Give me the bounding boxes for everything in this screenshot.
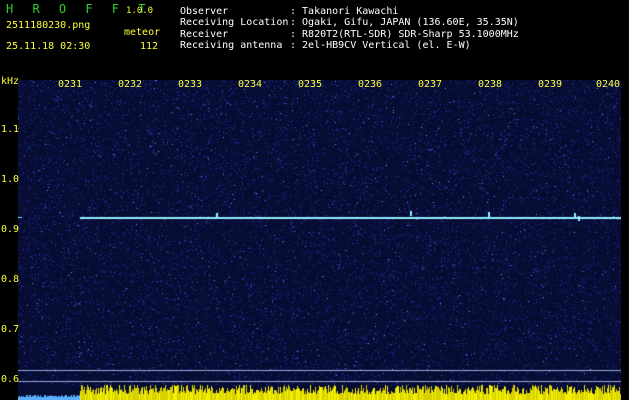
y-tick: 0.7 <box>1 324 20 335</box>
header: H R O F F T 1.0.0 2511180230.png 25.11.1… <box>0 0 629 78</box>
x-tick: 0233 <box>178 79 203 90</box>
y-axis-unit: kHz <box>1 76 20 87</box>
info-key-observer: Observer <box>180 6 229 17</box>
x-tick: 0239 <box>538 79 563 90</box>
info-value-antenna: : 2el-HB9CV Vertical (el. E-W) <box>290 40 471 51</box>
spectrogram-canvas <box>18 80 621 400</box>
y-tick: 1.0 <box>1 174 20 185</box>
y-tick: 0.8 <box>1 274 20 285</box>
x-tick: 0236 <box>358 79 383 90</box>
x-tick: 0238 <box>478 79 503 90</box>
info-key-antenna: Receiving antenna <box>180 40 283 51</box>
file-name: 2511180230.png <box>6 20 91 31</box>
x-tick: 0240 <box>596 79 621 90</box>
y-tick: 1.1 <box>1 124 20 135</box>
x-tick: 0232 <box>118 79 143 90</box>
info-value-location: : Ogaki, Gifu, JAPAN (136.60E, 35.35N) <box>290 17 519 28</box>
y-tick: 0.6 <box>1 374 20 385</box>
meteor-label: meteor <box>124 27 161 38</box>
x-tick: 0237 <box>418 79 443 90</box>
app-version: 1.0.0 <box>126 6 154 16</box>
date-time: 25.11.18 02:30 <box>6 41 91 52</box>
info-value-observer: : Takanori Kawachi <box>290 6 399 17</box>
info-value-receiver: : R820T2(RTL-SDR) SDR-Sharp 53.1000MHz <box>290 29 519 40</box>
info-key-location: Receiving Location <box>180 17 289 28</box>
info-key-receiver: Receiver <box>180 29 229 40</box>
x-tick: 0231 <box>58 79 83 90</box>
y-tick: 0.9 <box>1 224 20 235</box>
x-tick: 0234 <box>238 79 263 90</box>
meteor-count: 112 <box>140 41 159 52</box>
x-tick: 0235 <box>298 79 323 90</box>
